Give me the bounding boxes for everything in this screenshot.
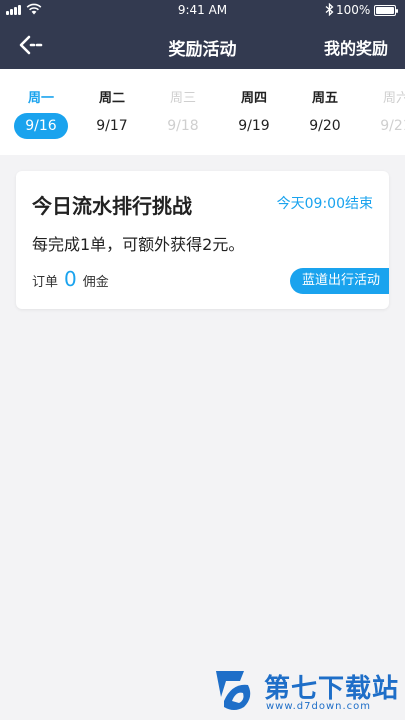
day-date-pill: 9/16 [14,113,68,139]
activity-stats: 订单 0 佣金 [32,267,109,291]
day-label: 周一 [27,91,54,106]
day-date: 9/17 [96,118,128,134]
day-label: 周三 [169,91,196,106]
battery-icon [374,5,398,16]
bluetooth-icon [325,3,334,16]
day-tab-sat[interactable]: 周六 9/21 [366,87,405,139]
orders-label: 订单 [32,275,59,290]
day-tab-tue[interactable]: 周二 9/17 [82,87,142,139]
day-tab-mon[interactable]: 周一 9/16 [11,87,71,139]
day-label: 周五 [311,91,338,106]
day-date: 9/18 [167,118,199,134]
day-tab-thu[interactable]: 周四 9/19 [224,87,284,139]
day-label: 周四 [240,91,267,106]
activity-title: 今日流水排行挑战 [32,194,192,218]
watermark-url: www.d7down.com [266,701,372,712]
activity-deadline: 今天09:00结束 [276,196,373,212]
day-date: 9/19 [238,118,270,134]
site-watermark: 第七下载站 www.d7down.com [210,665,400,717]
my-rewards-link[interactable]: 我的奖励 [324,35,388,59]
day-label: 周二 [98,91,125,106]
day-tab-wed[interactable]: 周三 9/18 [153,87,213,139]
battery-percentage: 100% [336,3,371,17]
activity-source-tag-button[interactable]: 蓝道出行活动 [289,268,389,294]
day-date: 9/20 [309,118,341,134]
commission-label: 佣金 [82,275,109,290]
status-bar: 9:41 AM 100% [0,0,405,20]
orders-count: 0 [64,267,77,291]
activity-card[interactable]: 今日流水排行挑战 今天09:00结束 每完成1单，可额外获得2元。 订单 0 佣… [16,171,389,309]
day-date: 9/21 [380,118,405,134]
watermark-name: 第七下载站 [264,674,400,704]
day-label: 周六 [382,91,405,106]
activity-description: 每完成1单，可额外获得2元。 [32,235,245,254]
day-tab-fri[interactable]: 周五 9/20 [295,87,355,139]
navigation-header: 9:41 AM 100% 奖励活动 我的奖励 [0,0,405,69]
week-date-selector: 周一 9/16 周二 9/17 周三 9/18 周四 9/19 周五 9/20 … [0,69,405,155]
d7down-logo-icon [216,671,251,710]
